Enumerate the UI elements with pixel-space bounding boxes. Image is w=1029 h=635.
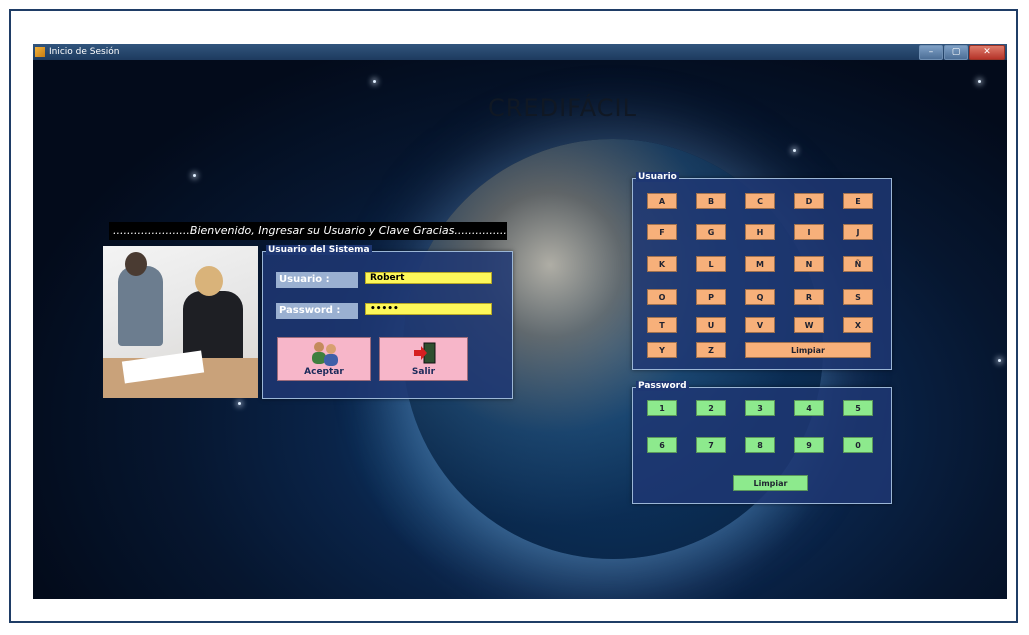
key-f[interactable]: F (647, 224, 677, 240)
password-keypad-label: Password (636, 381, 689, 391)
star-decoration (793, 149, 796, 152)
key-e[interactable]: E (843, 193, 873, 209)
key-3[interactable]: 3 (745, 400, 775, 416)
key-r[interactable]: R (794, 289, 824, 305)
minimize-button[interactable]: – (919, 45, 943, 60)
app-icon (35, 47, 45, 57)
star-decoration (998, 359, 1001, 362)
login-window: Inicio de Sesión – ▢ ✕ CREDIFÁCIL ......… (33, 44, 1007, 599)
exit-label: Salir (411, 367, 436, 377)
key-6[interactable]: 6 (647, 437, 677, 453)
users-icon (312, 342, 338, 366)
title-bar: Inicio de Sesión – ▢ ✕ (33, 44, 1007, 60)
user-keypad-label: Usuario (636, 172, 679, 182)
key-i[interactable]: I (794, 224, 824, 240)
username-field[interactable]: Robert (365, 272, 492, 284)
key-q[interactable]: Q (745, 289, 775, 305)
key-a[interactable]: A (647, 193, 677, 209)
welcome-banner: ......................Bienvenido, Ingres… (109, 222, 507, 240)
key-s[interactable]: S (843, 289, 873, 305)
key-g[interactable]: G (696, 224, 726, 240)
key-ñ[interactable]: Ñ (843, 256, 873, 272)
key-c[interactable]: C (745, 193, 775, 209)
key-k[interactable]: K (647, 256, 677, 272)
key-j[interactable]: J (843, 224, 873, 240)
key-t[interactable]: T (647, 317, 677, 333)
user-keypad-group: Usuario A B C D E F G H I J K L M N Ñ O P Q R S T U V W X Y Z Limp… (632, 172, 892, 370)
app-title: CREDIFÁCIL (488, 94, 637, 122)
maximize-button[interactable]: ▢ (944, 45, 968, 60)
password-label: Password : (276, 303, 358, 319)
clear-user-button[interactable]: Limpiar (745, 342, 871, 358)
user-label: Usuario : (276, 272, 358, 288)
business-people-photo (103, 246, 258, 398)
accept-label: Aceptar (304, 367, 344, 377)
window-title: Inicio de Sesión (49, 47, 120, 57)
key-7[interactable]: 7 (696, 437, 726, 453)
key-y[interactable]: Y (647, 342, 677, 358)
password-field[interactable]: ••••• (365, 303, 492, 315)
key-p[interactable]: P (696, 289, 726, 305)
key-8[interactable]: 8 (745, 437, 775, 453)
key-v[interactable]: V (745, 317, 775, 333)
key-9[interactable]: 9 (794, 437, 824, 453)
star-decoration (238, 402, 241, 405)
star-decoration (978, 80, 981, 83)
key-n[interactable]: N (794, 256, 824, 272)
password-keypad-group: Password 1 2 3 4 5 6 7 8 9 0 Limpiar (632, 381, 892, 504)
key-u[interactable]: U (696, 317, 726, 333)
key-l[interactable]: L (696, 256, 726, 272)
key-w[interactable]: W (794, 317, 824, 333)
star-decoration (373, 80, 376, 83)
exit-button[interactable]: Salir (379, 337, 468, 381)
star-decoration (193, 174, 196, 177)
key-m[interactable]: M (745, 256, 775, 272)
key-h[interactable]: H (745, 224, 775, 240)
key-5[interactable]: 5 (843, 400, 873, 416)
key-o[interactable]: O (647, 289, 677, 305)
key-x[interactable]: X (843, 317, 873, 333)
login-group-label: Usuario del Sistema (266, 245, 372, 255)
close-button[interactable]: ✕ (969, 45, 1005, 60)
key-4[interactable]: 4 (794, 400, 824, 416)
key-2[interactable]: 2 (696, 400, 726, 416)
key-z[interactable]: Z (696, 342, 726, 358)
clear-password-button[interactable]: Limpiar (733, 475, 808, 491)
key-0[interactable]: 0 (843, 437, 873, 453)
accept-button[interactable]: Aceptar (277, 337, 371, 381)
key-d[interactable]: D (794, 193, 824, 209)
exit-door-icon (414, 342, 436, 364)
key-1[interactable]: 1 (647, 400, 677, 416)
key-b[interactable]: B (696, 193, 726, 209)
window-controls: – ▢ ✕ (918, 45, 1005, 60)
login-group: Usuario del Sistema Usuario : Robert Pas… (262, 245, 513, 399)
